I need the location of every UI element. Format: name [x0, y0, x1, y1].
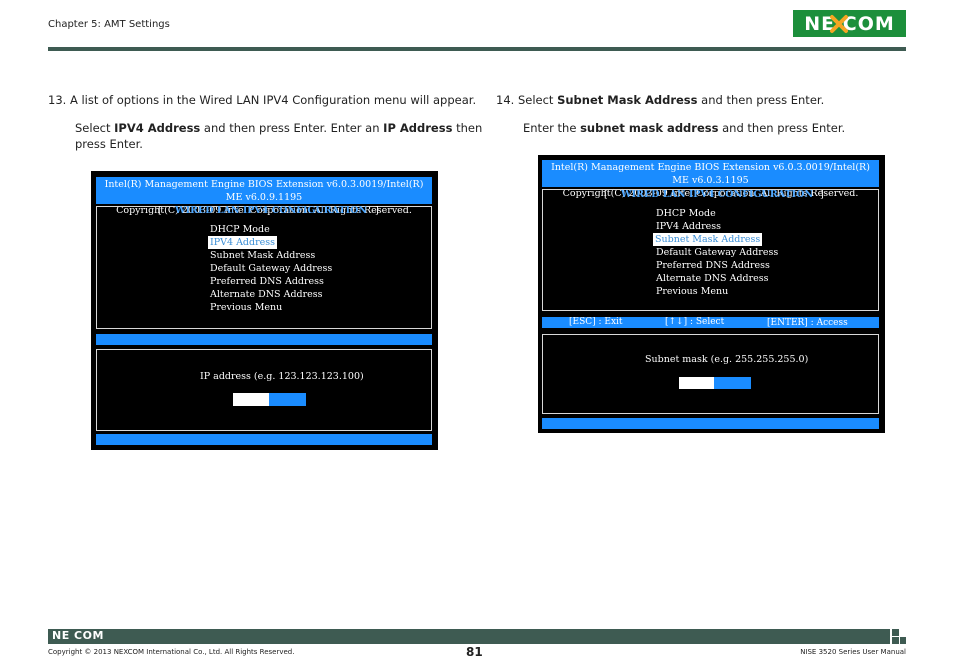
bios-screen-subnet-mask: Intel(R) Management Engine BIOS Extensio… — [538, 155, 885, 433]
menu-item-previous-menu[interactable]: Previous Menu — [210, 301, 282, 314]
input-field[interactable] — [233, 393, 269, 406]
input-cursor — [714, 377, 751, 389]
menu-title: WIRED LAN IPV4 CONFIGURATION — [621, 189, 814, 200]
logo-x-icon — [830, 15, 848, 33]
step13-line2: Select IPV4 Address and then press Enter… — [75, 121, 483, 135]
menu-item-subnet-mask[interactable]: Subnet Mask Address — [210, 249, 315, 262]
help-esc-exit: [ESC] : Exit — [569, 317, 623, 327]
logo-text: NE COM — [804, 13, 895, 35]
step14-line1: 14. Select Subnet Mask Address and then … — [496, 93, 825, 107]
bios-help-bar — [96, 334, 432, 345]
menu-title: WIRED LAN IPV4 CONFIGURATION — [175, 205, 368, 216]
bracket-open: [ — [158, 205, 162, 216]
footer-square-icon — [892, 637, 899, 644]
input-prompt: IP address (e.g. 123.123.123.100) — [200, 371, 364, 382]
bracket-open: [ — [604, 189, 608, 200]
page-number: 81 — [466, 645, 483, 659]
step13-line1: 13. A list of options in the Wired LAN I… — [48, 93, 477, 107]
menu-item-default-gateway[interactable]: Default Gateway Address — [656, 246, 778, 259]
bios-header: Intel(R) Management Engine BIOS Extensio… — [542, 160, 879, 199]
menu-item-subnet-mask[interactable]: Subnet Mask Address — [653, 233, 763, 246]
step13-line3: press Enter. — [75, 137, 143, 151]
bios-status-bar — [96, 434, 432, 445]
bracket-close: ] — [820, 189, 824, 200]
bracket-close: ] — [375, 205, 379, 216]
step14-line2: Enter the subnet mask address and then p… — [523, 121, 846, 135]
input-cursor — [269, 393, 306, 406]
manual-title: NISE 3520 Series User Manual — [800, 648, 906, 656]
footer-square-icon — [900, 637, 906, 644]
footer-logo: NE COM — [52, 629, 104, 642]
bios-screen-ipv4-address: Intel(R) Management Engine BIOS Extensio… — [91, 171, 438, 450]
menu-item-alternate-dns[interactable]: Alternate DNS Address — [210, 288, 323, 301]
nexcom-logo: NE COM — [793, 10, 906, 37]
bios-version: Intel(R) Management Engine BIOS Extensio… — [104, 179, 424, 203]
chapter-title: Chapter 5: AMT Settings — [48, 19, 170, 30]
input-field[interactable] — [679, 377, 714, 389]
bios-status-bar — [542, 418, 879, 429]
input-prompt: Subnet mask (e.g. 255.255.255.0) — [645, 354, 809, 365]
bios-input-frame — [96, 349, 432, 431]
menu-item-dhcp-mode[interactable]: DHCP Mode — [656, 207, 716, 220]
menu-item-ipv4-address[interactable]: IPV4 Address — [208, 236, 278, 249]
menu-item-default-gateway[interactable]: Default Gateway Address — [210, 262, 332, 275]
header-rule — [48, 47, 906, 51]
bios-header: Intel(R) Management Engine BIOS Extensio… — [96, 177, 432, 216]
menu-item-previous-menu[interactable]: Previous Menu — [656, 285, 728, 298]
bios-input-frame — [542, 334, 879, 414]
help-enter-access: [ENTER] : Access — [767, 318, 848, 328]
menu-item-preferred-dns[interactable]: Preferred DNS Address — [210, 275, 324, 288]
menu-item-ipv4-address[interactable]: IPV4 Address — [656, 220, 721, 233]
menu-item-preferred-dns[interactable]: Preferred DNS Address — [656, 259, 770, 272]
footer-copyright: Copyright © 2013 NEXCOM International Co… — [48, 648, 295, 656]
menu-item-alternate-dns[interactable]: Alternate DNS Address — [656, 272, 769, 285]
help-arrow-select: [↑↓] : Select — [665, 317, 725, 327]
footer-square-icon — [892, 629, 899, 636]
menu-item-dhcp-mode[interactable]: DHCP Mode — [210, 223, 270, 236]
bios-version: Intel(R) Management Engine BIOS Extensio… — [551, 162, 870, 186]
footer-bar: NE COM — [48, 629, 890, 644]
